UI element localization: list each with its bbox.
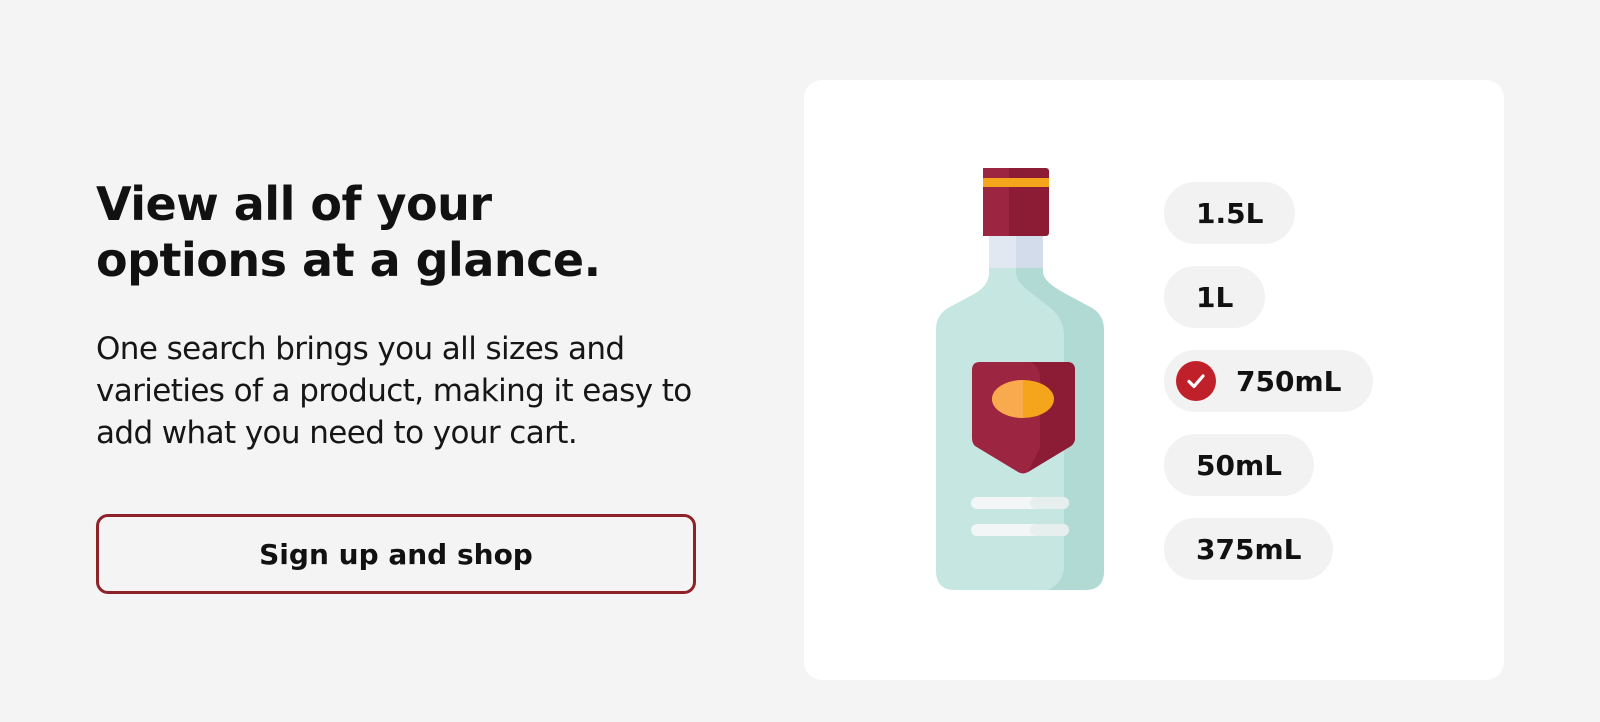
headline: View all of your options at a glance. (96, 177, 601, 287)
description: One search brings you all sizes and vari… (96, 331, 692, 451)
size-option-375ml[interactable]: 375mL (1164, 518, 1334, 580)
size-option-750ml[interactable]: 750mL (1164, 350, 1374, 412)
size-options-list: 1.5L 1L 750mL 50mL 375mL (1164, 182, 1374, 602)
size-label: 50mL (1196, 448, 1282, 482)
product-size-card: 1.5L 1L 750mL 50mL 375mL (804, 80, 1504, 680)
liquor-bottle-icon (936, 168, 1104, 590)
size-option-50ml[interactable]: 50mL (1164, 434, 1314, 496)
size-label: 1.5L (1196, 196, 1264, 230)
size-option-1l[interactable]: 1L (1164, 266, 1266, 328)
hero-section: View all of your options at a glance. On… (96, 176, 716, 454)
size-label: 375mL (1196, 532, 1302, 566)
size-label: 1L (1196, 280, 1234, 314)
size-label: 750mL (1236, 364, 1342, 398)
size-option-1-5l[interactable]: 1.5L (1164, 182, 1296, 244)
sign-up-and-shop-button[interactable]: Sign up and shop (96, 514, 696, 594)
check-circle-icon (1176, 361, 1216, 401)
